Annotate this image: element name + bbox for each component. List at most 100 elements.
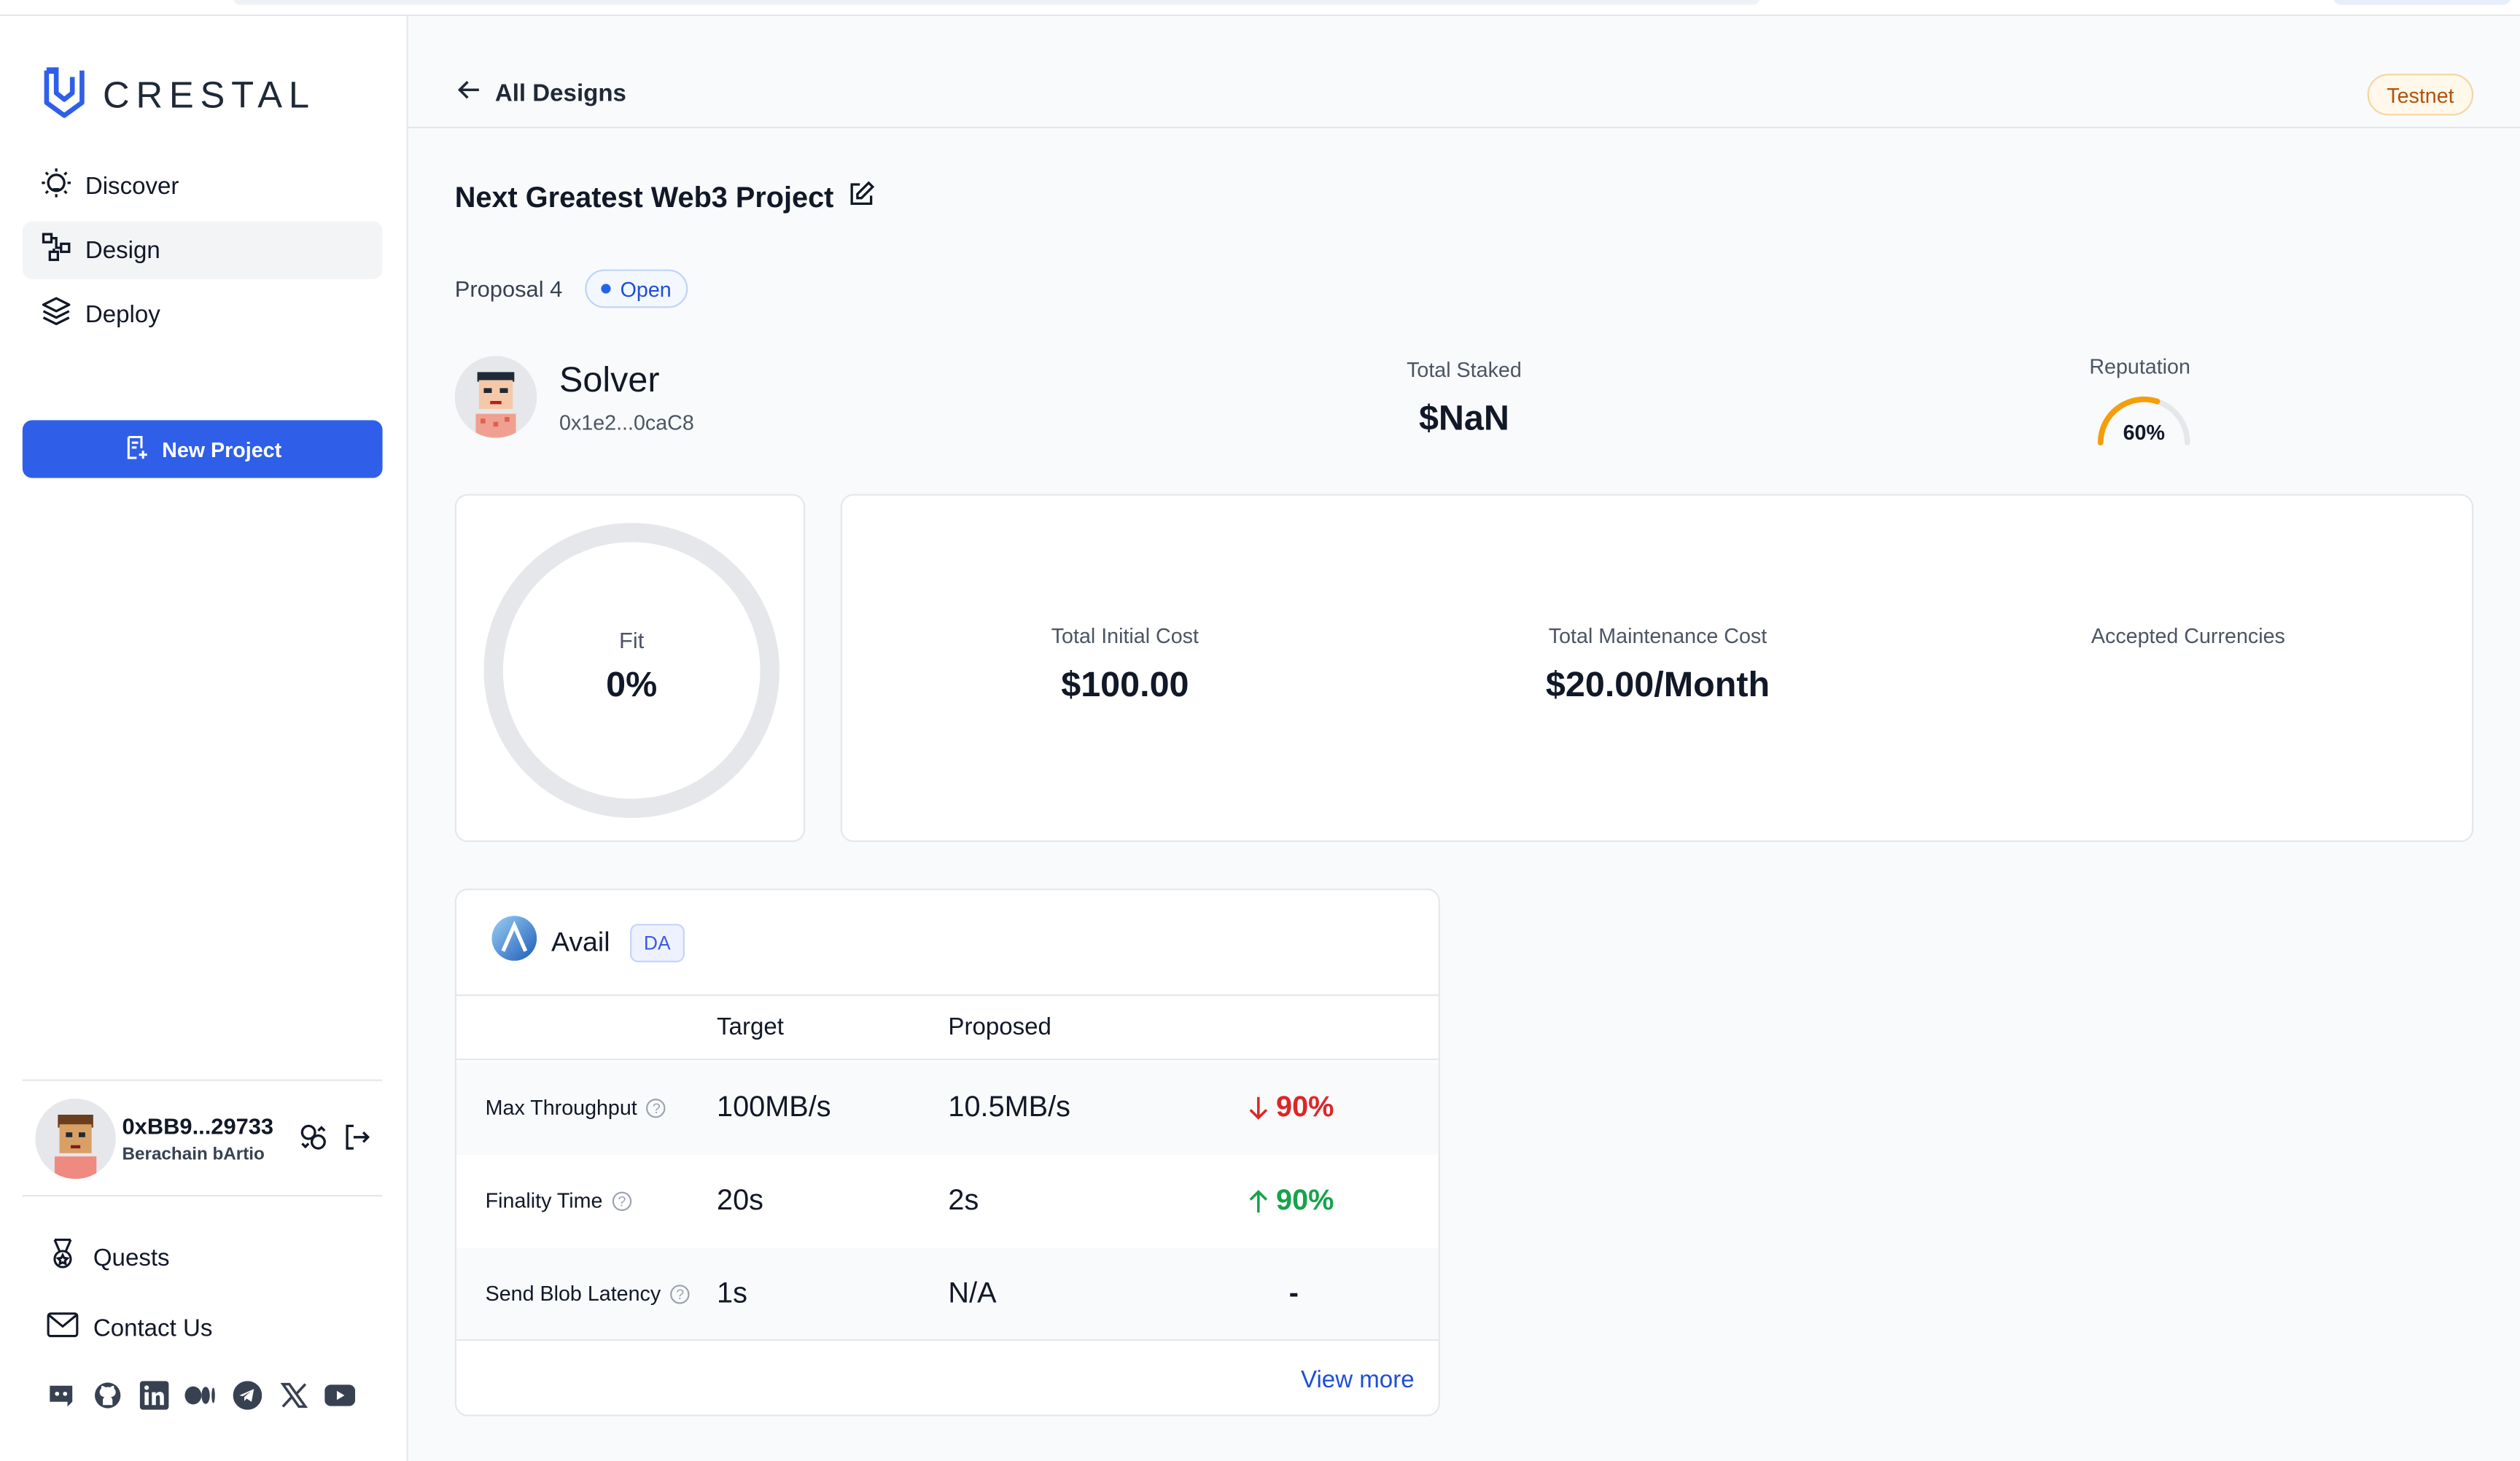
col-target: Target: [717, 1013, 784, 1041]
target-value: 100MB/s: [717, 1091, 831, 1123]
medium-icon[interactable]: [184, 1379, 215, 1410]
nav-item-quests[interactable]: Quests: [45, 1222, 213, 1293]
nav-item-discover[interactable]: Discover: [23, 157, 383, 215]
user-network: Berachain bArtio: [122, 1145, 265, 1165]
solver-address[interactable]: 0x1e2...0caC8: [559, 410, 694, 435]
col-proposed: Proposed: [948, 1013, 1051, 1041]
component-card: Avail DA Target Proposed Max Throughput …: [454, 888, 1440, 1417]
page-header: All Designs Testnet: [408, 16, 2520, 128]
layers-icon: [40, 295, 72, 334]
component-header: Avail DA: [456, 890, 1439, 997]
total-staked-label: Total Staked: [1407, 357, 1522, 382]
target-value: 1s: [717, 1277, 747, 1309]
top-address-bar[interactable]: [233, 0, 1760, 5]
reputation-gauge: 60%: [2094, 391, 2194, 456]
view-more-link[interactable]: View more: [1301, 1366, 1415, 1393]
metric-label: Finality Time ?: [486, 1188, 632, 1212]
status-badge: Open: [585, 269, 688, 308]
user-avatar[interactable]: [35, 1099, 116, 1179]
design-icon: [40, 231, 72, 270]
delta-value: 90%: [1276, 1091, 1334, 1123]
proposed-value: 2s: [948, 1183, 979, 1216]
delta-up: 90%: [1247, 1184, 1334, 1218]
x-icon[interactable]: [278, 1379, 308, 1410]
accepted-currencies: Accepted Currencies: [2080, 624, 2297, 648]
user-address: 0xBB9...29733: [122, 1113, 274, 1139]
maintenance-cost-label: Total Maintenance Cost: [1548, 623, 1768, 648]
back-link-label: All Designs: [494, 79, 626, 107]
reputation-value: 60%: [2123, 421, 2165, 445]
initial-cost: Total Initial Cost $100.00: [1027, 624, 1223, 706]
accepted-currencies-label: Accepted Currencies: [2091, 623, 2285, 648]
back-link[interactable]: All Designs: [456, 77, 626, 109]
top-action-button[interactable]: [2333, 0, 2511, 5]
delta-value: 90%: [1276, 1183, 1334, 1216]
nav-item-design[interactable]: Design: [22, 221, 383, 279]
proposal-label: Proposal 4: [454, 276, 563, 302]
reputation-label: Reputation: [2089, 354, 2190, 379]
new-project-label: New Project: [162, 437, 282, 461]
metric-name: Max Throughput: [485, 1095, 637, 1120]
delta-none: -: [1289, 1277, 1299, 1310]
telegram-icon[interactable]: [231, 1379, 262, 1410]
delta-down: 90%: [1247, 1091, 1334, 1124]
sidebar: CRESTAL Discover Design Deploy New Proje…: [0, 16, 408, 1461]
table-header: Target Proposed: [456, 996, 1439, 1061]
new-project-button[interactable]: New Project: [22, 420, 383, 478]
arrow-up-icon: [1249, 1189, 1268, 1212]
component-footer: View more: [456, 1339, 1439, 1417]
linkedin-icon[interactable]: [139, 1379, 169, 1410]
mail-icon: [45, 1307, 80, 1349]
target-value: 20s: [717, 1183, 764, 1216]
nav-item-contact-us[interactable]: Contact Us: [45, 1293, 213, 1363]
switch-network-icon[interactable]: [299, 1123, 328, 1160]
component-tag: DA: [629, 923, 685, 962]
project-title: Next Greatest Web3 Project: [454, 181, 834, 214]
nav-label-discover: Discover: [85, 172, 179, 200]
logout-icon[interactable]: [342, 1123, 371, 1160]
metric-name: Finality Time: [485, 1188, 603, 1213]
proposal-row: Proposal 4 Open: [454, 269, 688, 308]
main-content: All Designs Testnet Next Greatest Web3 P…: [408, 16, 2520, 1461]
github-icon[interactable]: [92, 1379, 122, 1410]
nav-label-quests: Quests: [93, 1244, 170, 1271]
fit-value: 0%: [606, 663, 658, 704]
delta-value: -: [1288, 1277, 1299, 1309]
discord-icon[interactable]: [45, 1379, 76, 1410]
proposed-value: 10.5MB/s: [948, 1091, 1071, 1123]
secondary-nav: Quests Contact Us: [45, 1222, 213, 1363]
nav-label-contact-us: Contact Us: [93, 1314, 213, 1342]
table-row: Send Blob Latency ? 1s N/A -: [456, 1247, 1439, 1341]
help-icon[interactable]: ?: [647, 1097, 666, 1118]
maintenance-cost-value: $20.00/Month: [1545, 663, 1770, 704]
table-row: Finality Time ? 20s 2s 90%: [456, 1155, 1439, 1248]
brand-logo[interactable]: CRESTAL: [42, 64, 316, 127]
total-staked-value: $NaN: [1418, 397, 1509, 438]
help-icon[interactable]: ?: [670, 1284, 690, 1304]
solver-avatar: [454, 356, 537, 438]
new-document-icon: [123, 434, 149, 464]
youtube-icon[interactable]: [324, 1379, 356, 1410]
network-badge: Testnet: [2367, 74, 2474, 116]
maintenance-cost: Total Maintenance Cost $20.00/Month: [1517, 624, 1799, 706]
nav-label-design: Design: [85, 236, 160, 264]
primary-nav: Discover Design Deploy: [22, 157, 383, 350]
arrow-down-icon: [1249, 1096, 1268, 1119]
cost-card: Total Initial Cost $100.00 Total Mainten…: [840, 494, 2474, 842]
edit-icon[interactable]: [847, 179, 876, 217]
medal-icon: [45, 1236, 80, 1278]
component-name: Avail: [551, 926, 610, 957]
status-dot: [601, 284, 611, 294]
social-links: [45, 1379, 356, 1410]
fit-card: Fit 0%: [454, 494, 806, 842]
bulb-icon: [40, 167, 72, 206]
initial-cost-value: $100.00: [1061, 663, 1189, 704]
proposed-value: N/A: [948, 1277, 997, 1309]
initial-cost-label: Total Initial Cost: [1051, 623, 1199, 648]
crestal-logo-icon: [42, 64, 87, 127]
browser-topbar: [0, 0, 2520, 16]
metric-label: Max Throughput ?: [486, 1096, 666, 1120]
fit-label: Fit: [619, 627, 645, 653]
nav-item-deploy[interactable]: Deploy: [23, 286, 383, 343]
help-icon[interactable]: ?: [612, 1191, 632, 1210]
